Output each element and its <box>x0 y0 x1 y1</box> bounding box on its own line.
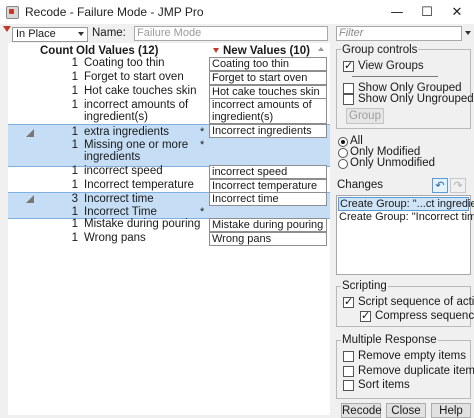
new-value-field[interactable]: Hot cake touches skin <box>209 85 327 99</box>
group-controls-title: Group controls <box>341 44 419 56</box>
multiple-response-title: Multiple Response <box>341 334 438 346</box>
old-value: extra ingredients <box>84 126 170 138</box>
new-value-field[interactable]: incorrect amounts of ingredient(s) <box>209 98 327 124</box>
window-title: Recode - Failure Mode - JMP Pro <box>25 5 204 19</box>
view-groups-label: View Groups <box>358 60 424 72</box>
old-value: incorrect speed <box>84 165 163 177</box>
recode-button[interactable]: Recode <box>341 403 382 418</box>
old-value: Incorrect time <box>84 193 154 205</box>
change-item[interactable]: Create Group: "...ct ingredients" <box>338 197 474 211</box>
minimize-button[interactable]: — <box>382 0 412 24</box>
row-count: 1 <box>71 232 78 244</box>
new-values-header[interactable]: New Values (10) <box>223 45 310 57</box>
only-unmodified-label: Only Unmodified <box>350 157 436 169</box>
row-count: 1 <box>71 57 78 69</box>
row-count: 1 <box>71 206 78 218</box>
new-value-field[interactable]: Incorrect temperature <box>209 179 327 193</box>
new-value-field[interactable]: Mistake during pouring <box>209 218 327 232</box>
new-value-field[interactable]: Wrong pans <box>209 232 327 246</box>
new-value-field[interactable]: Coating too thin <box>209 57 327 71</box>
changes-list[interactable]: Create Group: "...ct ingredients" Create… <box>336 195 474 275</box>
old-value: Incorrect temperature <box>84 179 194 191</box>
close-window-button[interactable]: ✕ <box>442 0 472 24</box>
group-expand-icon[interactable] <box>26 195 34 203</box>
old-value: Missing one or more ingredients <box>84 139 189 163</box>
change-item[interactable]: Create Group: "Incorrect time" <box>339 211 474 223</box>
old-value: Forget to start oven <box>84 71 184 83</box>
count-column-header: Count <box>40 45 74 57</box>
row-count: 1 <box>71 126 78 138</box>
show-only-ungrouped-checkbox[interactable] <box>343 94 354 105</box>
row-count: 3 <box>71 193 78 205</box>
compress-sequence-label: Compress sequence <box>375 310 474 322</box>
row-count: 1 <box>71 218 78 230</box>
script-sequence-label: Script sequence of actions <box>358 296 474 308</box>
sort-items-label: Sort items <box>358 379 410 391</box>
jmp-app-icon <box>6 5 19 19</box>
filter-input[interactable]: Filter <box>336 26 462 41</box>
chevron-down-icon <box>78 32 84 36</box>
chevron-down-icon[interactable] <box>465 31 471 35</box>
column-name-input[interactable]: Failure Mode <box>134 26 328 41</box>
name-label: Name: <box>92 27 126 39</box>
sort-items-checkbox[interactable] <box>343 380 354 391</box>
old-value: incorrect amounts of ingredient(s) <box>84 99 189 123</box>
group-expand-icon[interactable] <box>26 129 34 137</box>
remove-duplicate-checkbox[interactable] <box>343 366 354 377</box>
old-value: Mistake during pouring <box>84 218 201 230</box>
only-modified-radio[interactable] <box>338 148 348 158</box>
row-count: 1 <box>71 85 78 97</box>
old-value: Coating too thin <box>84 57 165 69</box>
new-value-field[interactable]: incorrect speed <box>209 165 327 179</box>
compress-sequence-checkbox[interactable] <box>360 309 371 322</box>
redo-icon[interactable]: ↷ <box>450 178 466 193</box>
red-triangle-menu-icon[interactable] <box>3 26 11 32</box>
recode-mode-value: In Place <box>16 28 56 40</box>
old-value: Incorrect Time <box>84 206 157 218</box>
group-button[interactable]: Group <box>346 108 384 124</box>
sort-arrow-icon[interactable] <box>318 47 324 51</box>
only-unmodified-radio[interactable] <box>338 159 348 169</box>
maximize-button[interactable]: ☐ <box>412 0 442 24</box>
old-value: Hot cake touches skin <box>84 85 197 97</box>
view-groups-checkbox[interactable] <box>343 59 354 72</box>
modified-star: * <box>200 206 205 218</box>
script-sequence-checkbox[interactable] <box>343 295 354 308</box>
show-only-ungrouped-label: Show Only Ungrouped <box>358 93 474 105</box>
remove-empty-label: Remove empty items <box>358 350 467 362</box>
scripting-title: Scripting <box>341 280 388 292</box>
row-count: 1 <box>71 71 78 83</box>
undo-icon[interactable]: ↶ <box>432 178 448 193</box>
all-radio[interactable] <box>338 137 348 147</box>
changes-title: Changes <box>337 179 384 191</box>
recode-mode-select[interactable]: In Place <box>12 27 88 42</box>
new-value-field[interactable]: Forget to start oven <box>209 71 327 85</box>
separator <box>352 76 438 77</box>
row-count: 1 <box>71 99 78 111</box>
new-values-menu-icon[interactable] <box>213 48 219 53</box>
remove-empty-checkbox[interactable] <box>343 351 354 362</box>
modified-star: * <box>200 139 205 151</box>
old-values-header[interactable]: Old Values (12) <box>76 45 158 57</box>
new-value-field[interactable]: Incorrect time <box>209 192 327 206</box>
row-count: 1 <box>71 179 78 191</box>
help-button[interactable]: Help <box>431 403 471 418</box>
close-button[interactable]: Close <box>386 403 426 418</box>
remove-duplicate-label: Remove duplicate items <box>358 365 474 377</box>
row-count: 1 <box>71 139 78 151</box>
old-value: Wrong pans <box>84 232 146 244</box>
modified-star: * <box>200 126 205 138</box>
show-only-grouped-checkbox[interactable] <box>343 83 354 94</box>
new-value-field[interactable]: Incorrect ingredients <box>209 124 327 138</box>
row-count: 1 <box>71 165 78 177</box>
